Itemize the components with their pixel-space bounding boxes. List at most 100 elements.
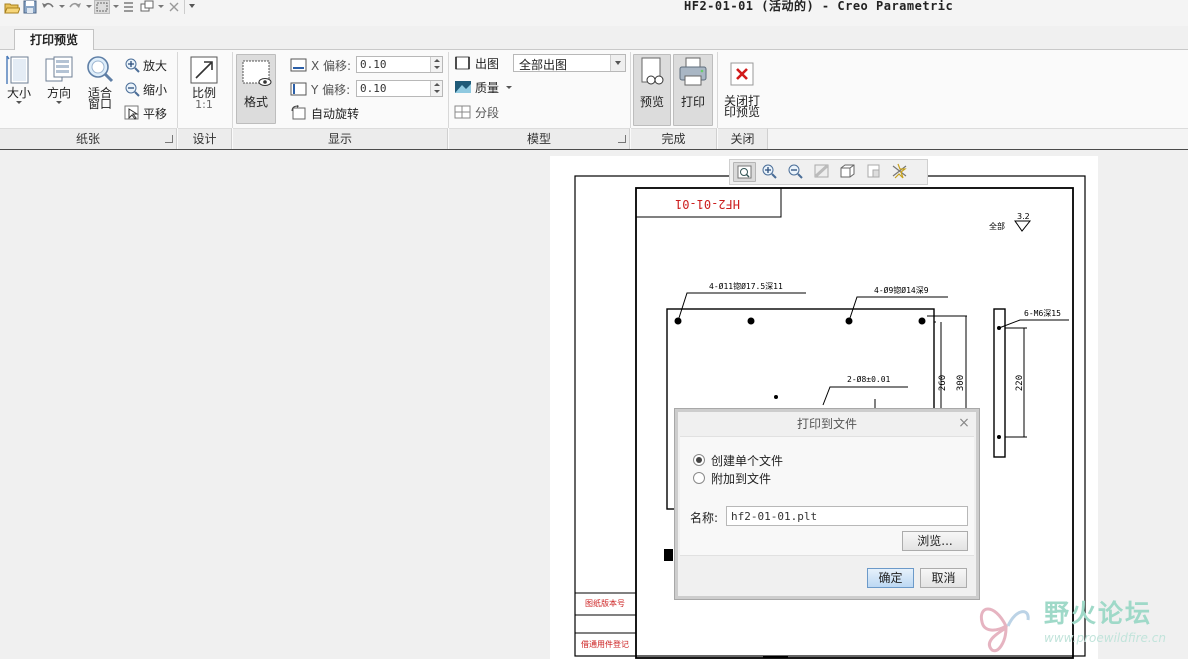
- display-style-icon[interactable]: [837, 162, 860, 182]
- preview-icon: [641, 57, 664, 85]
- zoom-in-button[interactable]: 放大: [124, 55, 167, 75]
- drawing-output-label: 出图: [475, 56, 500, 71]
- option-append-file[interactable]: 附加到文件: [693, 470, 771, 486]
- dim-260: 260: [938, 374, 949, 392]
- quality-icon: [455, 81, 471, 93]
- y-offset-label: Y 偏移:: [311, 82, 351, 97]
- creo-app-window: HF2-01-01 (活动的) - Creo Parametric 打印预览 大…: [0, 0, 1188, 659]
- quality-label: 质量: [475, 80, 500, 95]
- radio-single-file[interactable]: [693, 454, 705, 466]
- roughness-prefix: 全部: [989, 222, 1005, 231]
- print-button[interactable]: 打印: [673, 54, 713, 126]
- hole-note-3: 6-M6深15: [1024, 309, 1061, 318]
- paper-size-icon: [6, 55, 29, 84]
- segment-button[interactable]: 分段: [454, 102, 499, 122]
- print-to-file-dialog: 打印到文件 × 创建单个文件 附加到文件 名称: 浏览... 确定 取消: [675, 409, 979, 599]
- scale-icon: [190, 56, 218, 84]
- segment-label: 分段: [475, 105, 500, 120]
- ribbon: 大小 方向 适合 窗口 放大 缩小 平移 纸张 比例 1:1 格式 设计 X 偏…: [0, 50, 1188, 150]
- group-label-model: 模型: [449, 128, 630, 149]
- quality-button[interactable]: 质量: [454, 77, 513, 97]
- close-print-preview-button[interactable]: 关闭打 印预览: [720, 60, 764, 119]
- save-icon[interactable]: [22, 0, 38, 14]
- preview-workarea: HF2-01-01 全部 3.2 4-Ø11锪Ø17.5深11 4-Ø9锪Ø14…: [0, 151, 1188, 659]
- drawing-output-select[interactable]: 全部出图: [513, 54, 626, 72]
- hole-note-4: 2-Ø8±0.01: [847, 375, 891, 384]
- spinner-arrows-icon[interactable]: [430, 57, 442, 72]
- radio-append-file[interactable]: [693, 472, 705, 484]
- view-toolbar: [729, 159, 928, 185]
- windows-icon[interactable]: [139, 0, 155, 14]
- zoom-out-icon[interactable]: [785, 162, 808, 182]
- tab-print-preview[interactable]: 打印预览: [14, 29, 94, 51]
- windows-dropdown-icon[interactable]: [157, 0, 164, 14]
- close-window-icon[interactable]: [166, 0, 182, 14]
- redo-dropdown-icon[interactable]: [85, 0, 92, 14]
- zoom-out-button[interactable]: 缩小: [124, 79, 167, 99]
- x-offset-spinner[interactable]: 0.10: [356, 56, 443, 73]
- y-offset-row: Y 偏移:: [290, 79, 350, 99]
- annotation-display-icon[interactable]: [889, 162, 912, 182]
- paper-dialog-launcher-icon[interactable]: [165, 135, 173, 143]
- dialog-body: 创建单个文件 附加到文件 名称: 浏览...: [680, 436, 974, 556]
- zoom-in-icon[interactable]: [759, 162, 782, 182]
- format-button[interactable]: 格式: [236, 54, 276, 124]
- printer-icon: [679, 57, 707, 86]
- select-box-icon[interactable]: [94, 0, 110, 14]
- pan-button[interactable]: 平移: [124, 103, 167, 123]
- watermark-name: 野火论坛: [1044, 599, 1153, 628]
- butterfly-logo-icon: [979, 607, 1030, 653]
- hole-note-1: 4-Ø11锪Ø17.5深11: [709, 282, 783, 291]
- refit-icon[interactable]: [733, 162, 756, 182]
- x-offset-row: X 偏移:: [290, 55, 351, 75]
- sidebar-label-common-parts: 借通用件登记: [581, 640, 629, 649]
- x-offset-value: 0.10: [360, 58, 387, 71]
- close-icon[interactable]: ×: [956, 414, 972, 432]
- x-offset-icon: [290, 58, 307, 72]
- y-offset-spinner[interactable]: 0.10: [356, 80, 443, 97]
- undo-icon[interactable]: [40, 0, 56, 14]
- dialog-title: 打印到文件: [796, 417, 857, 431]
- orientation-button[interactable]: 方向: [42, 54, 76, 104]
- paper-size-label: 大小: [6, 86, 31, 100]
- scale-button[interactable]: 比例 1:1: [186, 54, 222, 112]
- repaint-icon[interactable]: [811, 162, 834, 182]
- sidebar-label-version: 图纸版本号: [585, 599, 625, 608]
- paper-size-button[interactable]: 大小: [4, 54, 34, 104]
- customize-toolbar-icon[interactable]: [184, 0, 200, 14]
- open-folder-icon[interactable]: [4, 0, 21, 14]
- model-dialog-launcher-icon[interactable]: [618, 135, 626, 143]
- regenerate-icon[interactable]: [121, 0, 137, 14]
- undo-dropdown-icon[interactable]: [58, 0, 65, 14]
- auto-rotate-button[interactable]: 自动旋转: [290, 103, 359, 123]
- group-label-finish: 完成: [631, 128, 717, 149]
- saved-views-icon[interactable]: [863, 162, 886, 182]
- chevron-down-icon: [506, 85, 513, 89]
- zoom-in-label: 放大: [143, 58, 168, 73]
- print-label: 打印: [680, 95, 705, 109]
- window-title: HF2-01-01 (活动的) - Creo Parametric: [684, 0, 954, 13]
- auto-rotate-icon: [291, 105, 306, 120]
- chevron-down-icon[interactable]: [610, 55, 625, 71]
- spinner-arrows-icon[interactable]: [430, 81, 442, 96]
- redo-icon[interactable]: [67, 0, 83, 14]
- pan-label: 平移: [143, 106, 168, 121]
- chevron-down-icon: [16, 101, 22, 104]
- forum-watermark: 野火论坛 www.proewildfire.cn: [976, 594, 1188, 659]
- format-preview-icon: [242, 60, 272, 86]
- option-single-file-label: 创建单个文件: [711, 453, 784, 468]
- fit-window-button[interactable]: 适合 窗口: [84, 54, 116, 111]
- y-offset-icon: [290, 82, 307, 96]
- ok-button[interactable]: 确定: [867, 568, 914, 588]
- select-dropdown-icon[interactable]: [112, 0, 119, 14]
- zoom-in-icon: [125, 58, 140, 73]
- pan-icon: [124, 105, 139, 120]
- browse-button[interactable]: 浏览...: [902, 531, 968, 551]
- option-single-file[interactable]: 创建单个文件: [693, 452, 783, 468]
- preview-button[interactable]: 预览: [633, 54, 671, 126]
- magnifier-fit-icon: [87, 56, 114, 83]
- cancel-button[interactable]: 取消: [920, 568, 967, 588]
- chevron-down-icon: [56, 101, 62, 104]
- file-name-input[interactable]: [726, 506, 968, 526]
- zoom-out-icon: [125, 82, 140, 97]
